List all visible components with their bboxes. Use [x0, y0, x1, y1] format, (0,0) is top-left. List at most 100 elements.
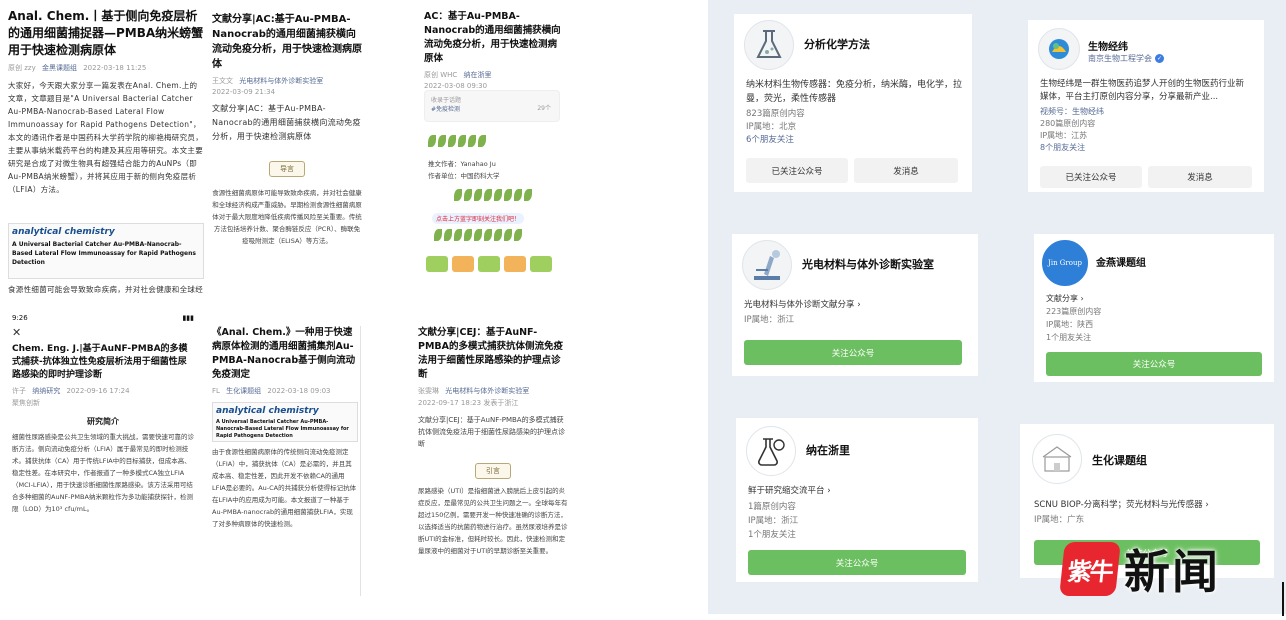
article-meta: FL 生化课题组 2022-03-18 09:03 [212, 387, 331, 395]
follow-banner[interactable]: 点击上方蓝字即刻关注我们吧！ [432, 213, 525, 224]
account-org: 南京生物工程学会 ✓ [1088, 54, 1164, 63]
collection-card[interactable]: 收录于话题 #免疫检测 29个 [424, 90, 560, 122]
article-title: 文献分享|AC:基于Au-PMBA-Nanocrab的通用细菌捕获横向流动免疫分… [212, 14, 362, 70]
video-channel-link[interactable]: 视频号：生物经纬 [1040, 106, 1104, 118]
account-desc[interactable]: 文献分享 › [1046, 292, 1101, 305]
article-title: AC：基于Au-PMBA-Nanocrab的通用细菌捕获横向流动免疫分析，用于快… [424, 11, 561, 64]
article-body: 文献分享|AC：基于Au-PMBA-Nanocrab的通用细菌捕获横向流动免疫分… [212, 104, 361, 141]
article-body: 细菌性尿路感染是公共卫生领域的重大挑战，需要快速可靠的诊断方法。侧向流动免疫分析… [12, 433, 194, 513]
journal-logo: analytical chemistry [12, 227, 115, 237]
followed-button[interactable]: 已关注公众号 [746, 158, 848, 183]
article-card-3[interactable]: AC：基于Au-PMBA-Nanocrab的通用细菌捕获横向流动免疫分析，用于快… [424, 10, 564, 300]
illustration-strip [426, 256, 552, 272]
paper-figure: analytical chemistry A Universal Bacteri… [8, 223, 204, 279]
account-link[interactable]: 生化课题组 [226, 387, 261, 395]
article-card-2[interactable]: 文献分享|AC:基于Au-PMBA-Nanocrab的通用细菌捕获横向流动免疫分… [212, 12, 362, 302]
account-desc[interactable]: 鲜于研究缩交流平台 › [748, 484, 831, 498]
article-body: 大家好，今天跟大家分享一篇发表在Anal. Chem.上的文章，文章题目是"A … [8, 81, 203, 194]
account-link[interactable]: 光电材料与体外诊断实验室 [445, 387, 529, 395]
friends-following-link[interactable]: 8个朋友关注 [1040, 142, 1104, 154]
chevron-right-icon: › [1205, 500, 1209, 510]
article-title: Anal. Chem.丨基于侧向免疫层析的通用细菌捕捉器—PMBA纳米螃蟹用于快… [8, 9, 204, 57]
followed-button[interactable]: 已关注公众号 [1040, 166, 1142, 188]
article-card-6[interactable]: 文献分享|CEJ：基于AuNF-PMBA的多模式捕获抗体侧流免疫法用于细菌性尿路… [418, 326, 568, 616]
account-link[interactable]: 纳在浙里 [464, 71, 492, 79]
paper-title: A Universal Bacterial Catcher Au-PMBA-Na… [216, 419, 349, 439]
account-card-guangdian[interactable]: 光电材料与体外诊断实验室 光电材料与体外诊断文献分享 › IP属地：浙江 关注公… [732, 234, 978, 376]
paper-title: A Universal Bacterial Catcher Au-PMBA-Na… [12, 241, 196, 266]
chevron-right-icon: › [857, 300, 861, 310]
follow-button[interactable]: 关注公众号 [748, 550, 966, 575]
verified-icon: ✓ [1155, 54, 1164, 63]
text-cursor [1282, 582, 1284, 616]
lead-tag: 导言 [269, 161, 305, 177]
article-title: Chem. Eng. J.|基于AuNF-PMBA的多模式捕获-抗体独立性免疫层… [12, 344, 188, 380]
close-icon[interactable]: ✕ [12, 326, 194, 339]
article-meta: 许子 纳纳研究 2022-09-16 17:24 [12, 387, 130, 395]
article-meta: 张雯琳 光电材料与体外诊断实验室 [418, 387, 530, 395]
article-time: 2022-03-09 21:34 [212, 88, 276, 96]
leaf-decoration-icon [428, 132, 488, 148]
account-link[interactable]: 纳纳研究 [32, 387, 60, 395]
account-card-shengwu[interactable]: 生物经纬 南京生物工程学会 ✓ 生物经纬是一群生物医药追梦人开创的生物医药行业新媒… [1028, 20, 1264, 192]
article-tail: 尿路感染（UTI）是指细菌进入膀胱后上皮引起的炎症反应，是最常见的公共卫生问题之… [418, 487, 568, 555]
account-card-nazaizheli[interactable]: 纳在浙里 鲜于研究缩交流平台 › 1篇原创内容 IP属地：浙江 1个朋友关注 关… [736, 418, 978, 582]
send-message-button[interactable]: 发消息 [854, 158, 958, 183]
building-logo-icon [1032, 434, 1082, 484]
account-desc[interactable]: SCNU BIOP-分离科学；荧光材料与光传感器 › [1034, 498, 1209, 512]
account-stats: IP属地：广东 [1034, 515, 1085, 525]
article-title: 文献分享|CEJ：基于AuNF-PMBA的多模式捕获抗体侧流免疫法用于细菌性尿路… [418, 327, 564, 380]
collection-count: 29个 [537, 105, 551, 112]
send-message-button[interactable]: 发消息 [1148, 166, 1252, 188]
article-title: 《Anal. Chem.》一种用于快速病原体检测的通用细菌捕集剂Au-PMBA-… [212, 327, 356, 380]
chevron-right-icon: › [827, 486, 831, 496]
author-line: 推文作者：Yanahao Ju [428, 160, 496, 168]
article-tail: 食源性细菌病原体可能导致致命疾病，并对社会健康和全球经济构成严重威胁。早期检测食… [212, 189, 362, 245]
account-desc[interactable]: 光电材料与体外诊断文献分享 › [744, 298, 861, 312]
article-card-5[interactable]: 《Anal. Chem.》一种用于快速病原体检测的通用细菌捕集剂Au-PMBA-… [212, 326, 358, 616]
account-stats: 823篇原创内容 IP属地：北京 6个朋友关注 [746, 109, 805, 147]
account-name: 金燕课题组 [1096, 258, 1146, 269]
lab-glassware-icon [744, 20, 794, 70]
account-name: 生化课题组 [1092, 454, 1147, 467]
article-body: 文献分享|CEJ：基于AuNF-PMBA的多模式捕获抗体侧流免疫法用于细菌性尿路… [418, 416, 565, 448]
article-meta: 原创 zzy 金黑课题组 2022-03-18 11:25 [8, 64, 147, 72]
divider [360, 326, 361, 596]
account-panel: 分析化学方法 纳米材料生物传感器：免疫分析，纳米酶，电化学，拉曼，荧光，柔性传感… [708, 0, 1286, 614]
article-meta: 原创 WHC 纳在浙里 [424, 71, 492, 79]
topic-tag[interactable]: #免疫检测 [431, 104, 553, 113]
article-collage: Anal. Chem.丨基于侧向免疫层析的通用细菌捕捉器—PMBA纳米螃蟹用于快… [0, 0, 700, 620]
account-stats: 1篇原创内容 IP属地：浙江 1个朋友关注 [748, 502, 799, 540]
account-name: 生物经纬 [1088, 42, 1128, 53]
article-meta: 王文文 光电材料与体外诊断实验室 [212, 77, 324, 85]
article-time: 2022-03-08 09:30 [424, 82, 488, 90]
account-link[interactable]: 金黑课题组 [42, 64, 77, 72]
account-stats: 文献分享 › 223篇原创内容 IP属地：陕西 1个朋友关注 [1046, 292, 1102, 342]
account-desc: 纳米材料生物传感器：免疫分析，纳米酶，电化学，拉曼，荧光，柔性传感器 [746, 80, 963, 104]
account-name: 光电材料与体外诊断实验室 [802, 258, 934, 271]
account-name: 分析化学方法 [804, 38, 870, 51]
leaf-decoration-icon [434, 226, 524, 242]
journal-logo: analytical chemistry [216, 406, 319, 416]
article-card-1[interactable]: Anal. Chem.丨基于侧向免疫层析的通用细菌捕捉器—PMBA纳米螃蟹用于快… [8, 8, 204, 298]
article-subtag: 聚焦创新 [12, 399, 40, 407]
chevron-right-icon: › [1080, 294, 1084, 303]
account-link[interactable]: 光电材料与体外诊断实验室 [239, 77, 323, 85]
account-stats: 视频号：生物经纬 280篇原创内容 IP属地：江苏 8个朋友关注 [1040, 106, 1104, 154]
jin-group-avatar: Jin Group [1042, 240, 1088, 286]
account-desc: 生物经纬是一群生物医药追梦人开创的生物医药行业新媒体，平台主打原创内容分享，分享… [1040, 79, 1245, 102]
paper-figure: analytical chemistry A Universal Bacteri… [212, 402, 358, 442]
account-stats: IP属地：浙江 [744, 315, 795, 325]
follow-button[interactable]: 关注公众号 [1046, 352, 1262, 376]
news-watermark: 紫牛 新闻 [1059, 536, 1220, 602]
account-card-jinyan[interactable]: Jin Group 金燕课题组 文献分享 › 223篇原创内容 IP属地：陕西 … [1034, 234, 1274, 382]
follow-button[interactable]: 关注公众号 [744, 340, 962, 365]
article-time: 2022-09-17 18:23 发表于浙江 [418, 399, 519, 407]
article-card-4[interactable]: 9:26 ▮▮▮ ✕ Chem. Eng. J.|基于AuNF-PMBA的多模式… [12, 314, 194, 614]
account-card-fenxi[interactable]: 分析化学方法 纳米材料生物传感器：免疫分析，纳米酶，电化学，拉曼，荧光，柔性传感… [734, 14, 972, 192]
lead-tag: 引言 [475, 463, 511, 479]
friends-following-link[interactable]: 6个朋友关注 [746, 134, 805, 147]
leaf-decoration-icon [454, 186, 534, 202]
microscope-icon [742, 240, 792, 290]
article-tail: 食源性细菌可能会导致致命疾病，并对社会健康和全球经济构成严重威胁。早期检 [8, 285, 203, 294]
